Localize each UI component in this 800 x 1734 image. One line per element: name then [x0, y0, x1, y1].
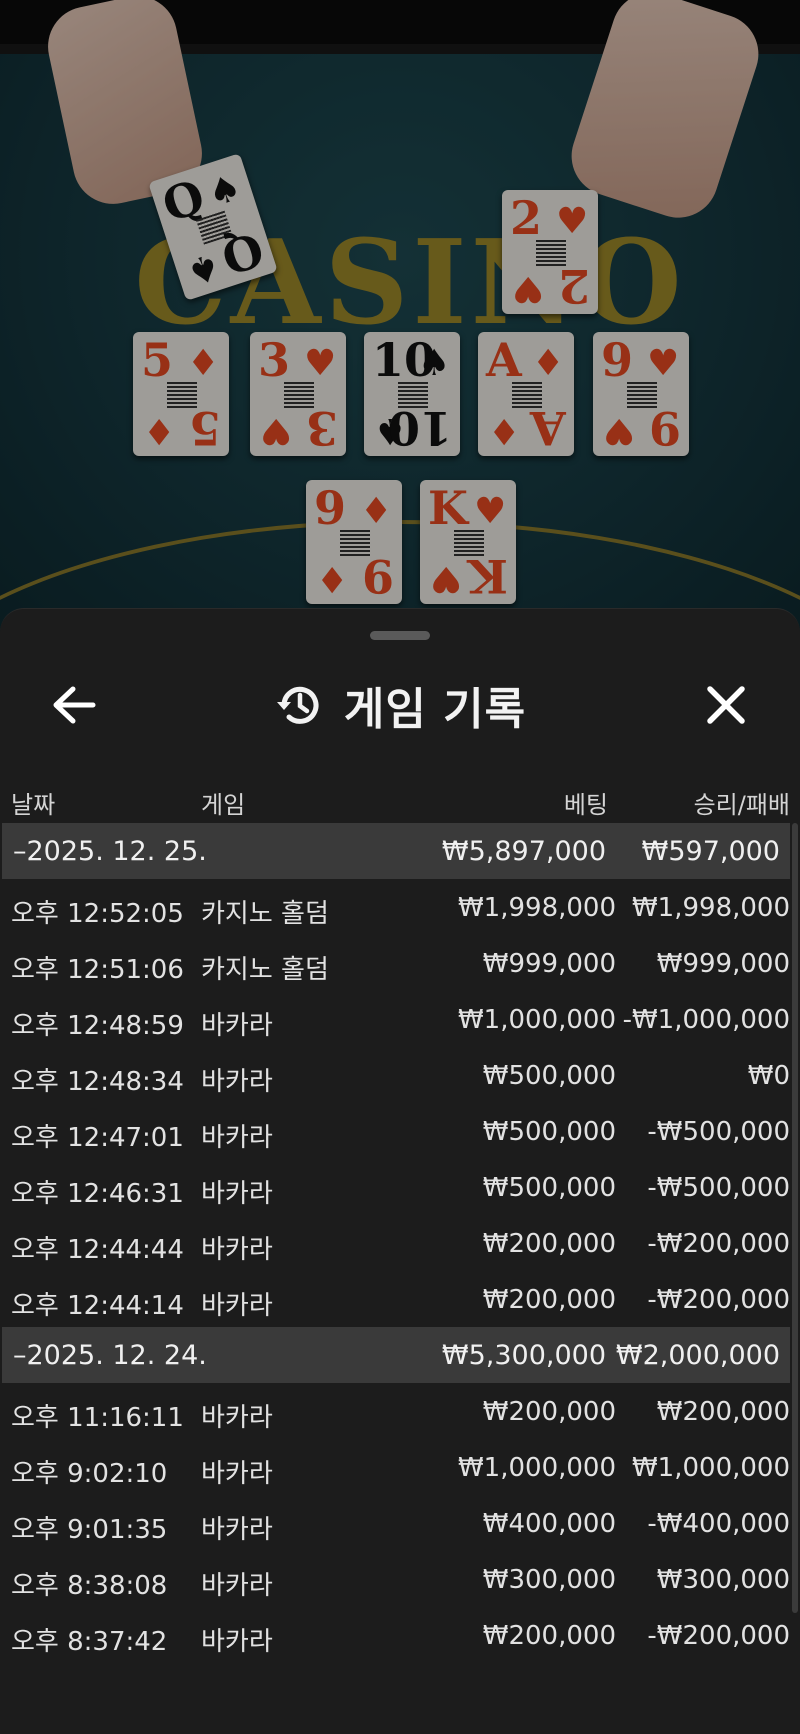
row-time: 오후 11:16:11: [11, 1403, 184, 1433]
column-header-bet: 베팅: [563, 791, 608, 819]
history-row[interactable]: 오후 12:46:31 바카라 ₩500,000 -₩500,000: [0, 1159, 800, 1215]
row-bet: ₩1,000,000: [457, 1005, 616, 1035]
history-row[interactable]: 오후 12:44:14 바카라 ₩200,000 -₩200,000: [0, 1271, 800, 1327]
row-time: 오후 12:44:44: [11, 1235, 184, 1265]
video-dim-overlay: [0, 0, 800, 640]
history-row[interactable]: 오후 12:48:59 바카라 ₩1,000,000 -₩1,000,000: [0, 991, 800, 1047]
row-game: 카지노 홀덤: [201, 899, 329, 929]
row-result: ₩1,000,000: [631, 1453, 790, 1483]
row-bet: ₩500,000: [482, 1061, 616, 1091]
sheet-header: 게임 기록: [0, 655, 800, 755]
history-row[interactable]: 오후 12:44:44 바카라 ₩200,000 -₩200,000: [0, 1215, 800, 1271]
row-game: 바카라: [201, 1011, 273, 1041]
row-time: 오후 12:44:14: [11, 1291, 184, 1321]
date-group-header[interactable]: –2025. 12. 25. ₩5,897,000 ₩597,000: [2, 823, 790, 879]
row-game: 바카라: [201, 1235, 273, 1265]
live-video-feed: CASINO Q ♠ ♠ Q 2 ♥ ♥ 2 5 ♦ ♦ 5 3 ♥ ♥ 3 10 ♠ ♠ 10 A ♦ ♦ A 9 ♥ ♥ 9 9 ♦ ♦…: [0, 0, 800, 640]
history-row[interactable]: 오후 12:48:34 바카라 ₩500,000 ₩0: [0, 1047, 800, 1103]
column-header-date: 날짜: [11, 791, 56, 819]
row-time: 오후 12:48:59: [11, 1011, 184, 1041]
row-game: 바카라: [201, 1123, 273, 1153]
row-bet: ₩300,000: [482, 1565, 616, 1595]
row-game: 바카라: [201, 1179, 273, 1209]
row-result: ₩300,000: [656, 1565, 790, 1595]
row-time: 오후 12:46:31: [11, 1179, 184, 1209]
row-result: -₩500,000: [647, 1117, 790, 1147]
history-row[interactable]: 오후 12:51:06 카지노 홀덤 ₩999,000 ₩999,000: [0, 935, 800, 991]
history-row[interactable]: 오후 9:01:35 바카라 ₩400,000 -₩400,000: [0, 1495, 800, 1551]
row-result: -₩1,000,000: [622, 1005, 790, 1035]
row-game: 바카라: [201, 1571, 273, 1601]
row-result: ₩0: [747, 1061, 790, 1091]
row-result: ₩999,000: [656, 949, 790, 979]
row-result: -₩200,000: [647, 1285, 790, 1315]
close-button[interactable]: [696, 675, 756, 735]
row-bet: ₩999,000: [482, 949, 616, 979]
row-bet: ₩1,000,000: [457, 1453, 616, 1483]
date-group-header[interactable]: –2025. 12. 24. ₩5,300,000 ₩2,000,000: [2, 1327, 790, 1383]
row-bet: ₩400,000: [482, 1509, 616, 1539]
history-row[interactable]: 오후 9:02:10 바카라 ₩1,000,000 ₩1,000,000: [0, 1439, 800, 1495]
row-time: 오후 8:38:08: [11, 1571, 168, 1601]
row-bet: ₩500,000: [482, 1173, 616, 1203]
row-result: ₩1,998,000: [631, 893, 790, 923]
row-time: 오후 9:02:10: [11, 1459, 168, 1489]
row-time: 오후 12:48:34: [11, 1067, 184, 1097]
history-list[interactable]: –2025. 12. 25. ₩5,897,000 ₩597,000 오후 12:52…: [0, 823, 800, 1734]
history-row[interactable]: 오후 8:38:08 바카라 ₩300,000 ₩300,000: [0, 1551, 800, 1607]
row-result: -₩200,000: [647, 1229, 790, 1259]
row-bet: ₩200,000: [482, 1621, 616, 1651]
row-game: 카지노 홀덤: [201, 955, 329, 985]
row-bet: ₩200,000: [482, 1229, 616, 1259]
row-game: 바카라: [201, 1067, 273, 1097]
sheet-drag-handle[interactable]: [370, 631, 430, 640]
row-result: -₩400,000: [647, 1509, 790, 1539]
row-result: -₩500,000: [647, 1173, 790, 1203]
row-result: ₩200,000: [656, 1397, 790, 1427]
row-result: -₩200,000: [647, 1621, 790, 1651]
column-header-game: 게임: [201, 791, 246, 819]
row-time: 오후 12:52:05: [11, 899, 184, 929]
row-bet: ₩500,000: [482, 1117, 616, 1147]
history-row[interactable]: 오후 12:47:01 바카라 ₩500,000 -₩500,000: [0, 1103, 800, 1159]
group-date: –2025. 12. 24.: [13, 1340, 207, 1371]
row-bet: ₩1,998,000: [457, 893, 616, 923]
row-game: 바카라: [201, 1459, 273, 1489]
history-row[interactable]: 오후 11:16:11 바카라 ₩200,000 ₩200,000: [0, 1383, 800, 1439]
game-history-sheet: 게임 기록 날짜 게임 베팅 승리/패배 –2025. 12. 25. ₩5,89…: [0, 608, 800, 1734]
history-row[interactable]: 오후 12:52:05 카지노 홀덤 ₩1,998,000 ₩1,998,000: [0, 879, 800, 935]
row-game: 바카라: [201, 1515, 273, 1545]
group-bet-total: ₩5,897,000: [441, 836, 606, 867]
column-headers: 날짜 게임 베팅 승리/패배: [0, 777, 800, 819]
close-icon: [707, 686, 745, 724]
row-game: 바카라: [201, 1403, 273, 1433]
scrollbar[interactable]: [792, 823, 798, 1613]
row-time: 오후 12:51:06: [11, 955, 184, 985]
row-time: 오후 12:47:01: [11, 1123, 184, 1153]
group-result-total: ₩2,000,000: [615, 1340, 780, 1371]
group-bet-total: ₩5,300,000: [441, 1340, 606, 1371]
page-title: 게임 기록: [343, 684, 527, 735]
row-bet: ₩200,000: [482, 1285, 616, 1315]
history-icon: [276, 686, 319, 724]
title-group: 게임 기록: [0, 673, 800, 737]
row-time: 오후 9:01:35: [11, 1515, 168, 1545]
row-bet: ₩200,000: [482, 1397, 616, 1427]
row-game: 바카라: [201, 1291, 273, 1321]
group-date: –2025. 12. 25.: [13, 836, 207, 867]
column-header-result: 승리/패배: [693, 791, 790, 819]
list-fade: [0, 1649, 800, 1734]
group-result-total: ₩597,000: [641, 836, 780, 867]
